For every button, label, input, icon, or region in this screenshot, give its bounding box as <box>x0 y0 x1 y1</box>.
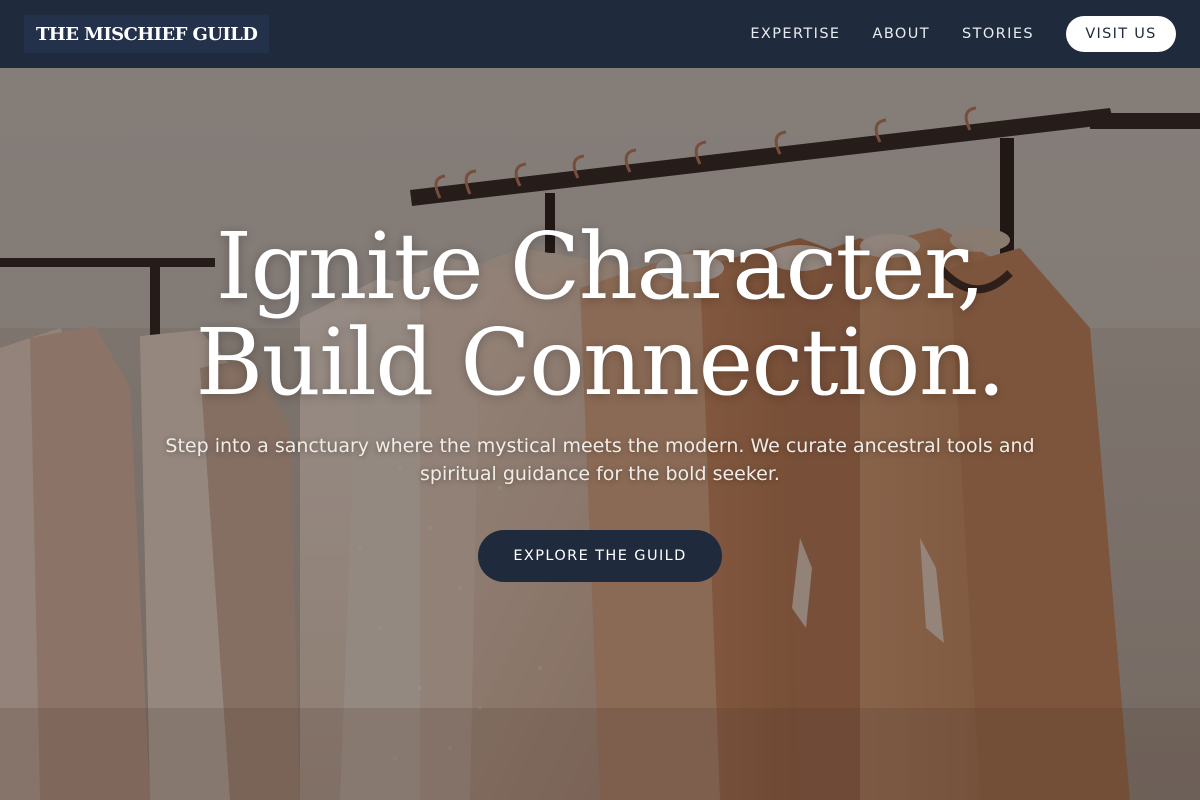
hero-content: Ignite Character, Build Connection. Step… <box>0 68 1200 800</box>
explore-guild-button[interactable]: EXPLORE THE GUILD <box>478 530 722 582</box>
nav-link-expertise[interactable]: EXPERTISE <box>750 16 840 52</box>
nav-link-about[interactable]: ABOUT <box>873 16 931 52</box>
hero-section: Ignite Character, Build Connection. Step… <box>0 68 1200 800</box>
hero-subtext: Step into a sanctuary where the mystical… <box>165 435 1035 485</box>
visit-us-button[interactable]: VISIT US <box>1066 16 1176 52</box>
nav-links: EXPERTISE ABOUT STORIES VISIT US <box>750 16 1176 52</box>
brand-logo[interactable]: THE MISCHIEF GUILD <box>24 15 270 53</box>
hero-headline-line2: Build Connection. <box>195 309 1006 416</box>
top-navigation: THE MISCHIEF GUILD EXPERTISE ABOUT STORI… <box>0 0 1200 68</box>
hero-headline-line1: Ignite Character, <box>215 213 986 320</box>
nav-link-stories[interactable]: STORIES <box>962 16 1034 52</box>
